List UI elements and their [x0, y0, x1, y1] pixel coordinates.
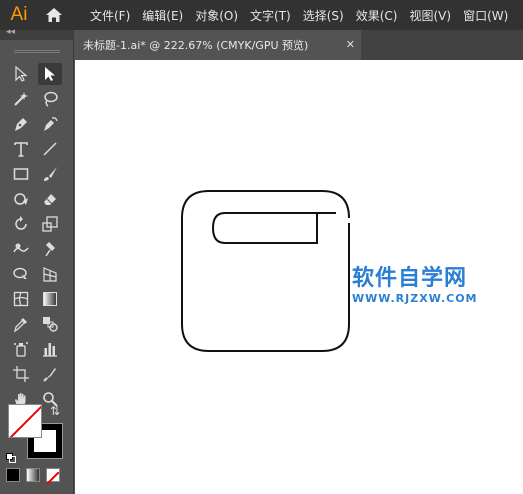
gradient-mode-icon[interactable] [26, 468, 40, 482]
menu-window[interactable]: 窗口(W) [463, 7, 508, 24]
menu-file[interactable]: 文件(F) [90, 7, 130, 24]
type-tool-icon[interactable] [9, 138, 33, 160]
app-logo: Ai [10, 4, 28, 25]
menu-object[interactable]: 对象(O) [195, 7, 238, 24]
outer-shape-path [181, 190, 350, 352]
panel-header[interactable]: ◂◂ [0, 27, 74, 40]
menu-select[interactable]: 选择(S) [303, 7, 344, 24]
rotate-tool-icon[interactable] [9, 213, 33, 235]
watermark-url: WWW.RJZXW.COM [352, 292, 478, 305]
fill-swatch[interactable] [8, 404, 42, 438]
document-tab[interactable]: 未标题-1.ai* @ 222.67% (CMYK/GPU 预览) ✕ [75, 30, 361, 60]
fill-stroke-control: ⇅ [4, 402, 64, 466]
paintbrush-tool-icon[interactable] [38, 163, 62, 185]
artboard-tool-icon[interactable] [9, 363, 33, 385]
close-icon[interactable]: ✕ [346, 38, 355, 51]
none-mode-icon[interactable] [46, 468, 60, 485]
shaper-tool-icon[interactable] [9, 188, 33, 210]
default-fill-stroke-icon[interactable] [6, 448, 16, 463]
magic-wand-tool-icon[interactable] [9, 88, 33, 110]
menu-effect[interactable]: 效果(C) [356, 7, 398, 24]
line-segment-tool-icon[interactable] [38, 138, 62, 160]
eraser-tool-icon[interactable] [38, 188, 62, 210]
mesh-tool-icon[interactable] [9, 288, 33, 310]
blend-tool-icon[interactable] [38, 313, 62, 335]
tools-panel: ◂◂ ⇅ [0, 27, 74, 494]
menu-view[interactable]: 视图(V) [409, 7, 451, 24]
gradient-tool-icon[interactable] [38, 288, 62, 310]
lasso-tool-icon[interactable] [38, 88, 62, 110]
watermark: 软件自学网 WWW.RJZXW.COM [352, 260, 478, 305]
puppet-warp-tool-icon[interactable] [38, 238, 62, 260]
menu-bar: Ai 文件(F) 编辑(E) 对象(O) 文字(T) 选择(S) 效果(C) 视… [0, 0, 523, 30]
swap-fill-stroke-icon[interactable]: ⇅ [50, 404, 60, 418]
eyedropper-tool-icon[interactable] [9, 313, 33, 335]
home-icon[interactable] [38, 0, 70, 30]
symbol-sprayer-tool-icon[interactable] [9, 338, 33, 360]
curvature-tool-icon[interactable] [38, 113, 62, 135]
rectangle-tool-icon[interactable] [9, 163, 33, 185]
document-tab-bar: 未标题-1.ai* @ 222.67% (CMYK/GPU 预览) ✕ [75, 30, 523, 60]
color-mode-icon[interactable] [6, 468, 20, 482]
menu-type[interactable]: 文字(T) [250, 7, 291, 24]
watermark-title: 软件自学网 [352, 266, 468, 291]
artboard-canvas[interactable]: 软件自学网 WWW.RJZXW.COM [75, 60, 523, 494]
scale-tool-icon[interactable] [38, 213, 62, 235]
perspective-grid-tool-icon[interactable] [38, 263, 62, 285]
column-graph-tool-icon[interactable] [38, 338, 62, 360]
slice-tool-icon[interactable] [38, 363, 62, 385]
warp-tool-icon[interactable] [9, 238, 33, 260]
color-modes [6, 468, 60, 485]
panel-grip[interactable] [14, 50, 60, 53]
pen-tool-icon[interactable] [9, 113, 33, 135]
direct-selection-tool-icon[interactable] [38, 63, 62, 85]
selection-tool-icon[interactable] [9, 63, 33, 85]
collapse-panel-icon[interactable]: ◂◂ [6, 27, 15, 37]
fold-flap-path [211, 212, 336, 244]
document-tab-title: 未标题-1.ai* @ 222.67% (CMYK/GPU 预览) [83, 39, 309, 52]
menu-edit[interactable]: 编辑(E) [142, 7, 183, 24]
shape-builder-tool-icon[interactable] [9, 263, 33, 285]
